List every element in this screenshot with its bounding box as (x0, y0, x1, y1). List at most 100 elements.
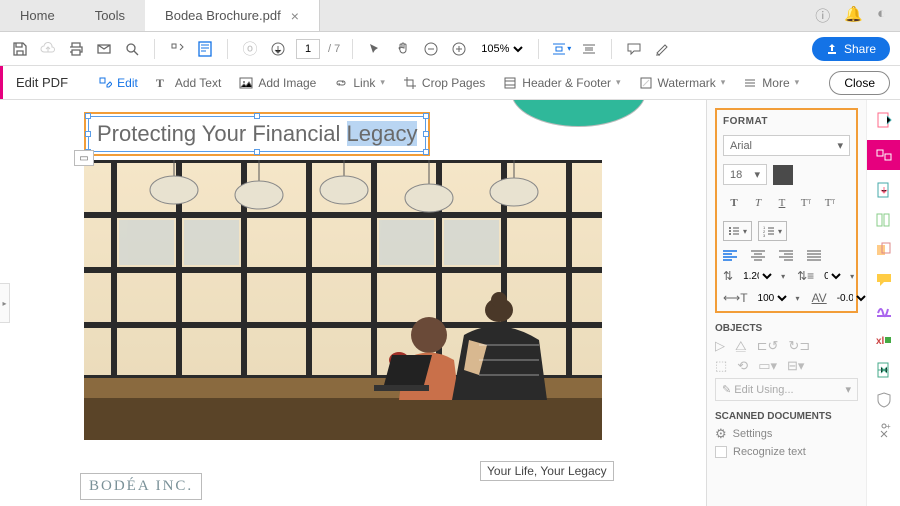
more-button[interactable]: More (743, 76, 799, 90)
rotate-ccw-icon[interactable]: ⊏↺ (757, 338, 779, 354)
right-panel-collapse[interactable]: ▸ (706, 283, 707, 323)
cloud-icon[interactable] (38, 39, 58, 59)
paragraph-space-dropdown[interactable]: 0 (820, 270, 844, 283)
objects-heading: OBJECTS (715, 323, 858, 334)
crop-pages-button[interactable]: Crop Pages (403, 76, 485, 90)
align-left-button[interactable] (723, 249, 741, 261)
resize-handle[interactable] (423, 131, 429, 137)
top-tabs: Home Tools Bodea Brochure.pdf × ⓘ 🔔 ◐ (0, 0, 900, 32)
watermark-button[interactable]: Watermark (639, 76, 726, 90)
comment-icon[interactable] (624, 39, 644, 59)
italic-button[interactable]: T (747, 193, 769, 213)
page-view-icon[interactable] (195, 39, 215, 59)
rail-more-tools-icon[interactable]: + (874, 420, 894, 440)
align-right-button[interactable] (779, 249, 797, 261)
rail-edit-icon[interactable] (867, 140, 900, 170)
edit-tool-button[interactable]: Edit (98, 76, 138, 90)
hand-icon[interactable] (393, 39, 413, 59)
tagline-text-box[interactable]: Your Life, Your Legacy (480, 461, 614, 481)
add-image-button[interactable]: Add Image (239, 76, 316, 90)
gear-icon: ⚙ (715, 426, 727, 442)
resize-handle[interactable] (423, 149, 429, 155)
fit-width-icon[interactable]: ▾ (551, 39, 571, 59)
rail-redact-icon[interactable]: xl (874, 330, 894, 350)
resize-handle[interactable] (254, 149, 260, 155)
zoom-select[interactable]: 105% (477, 42, 526, 56)
rail-create-icon[interactable] (874, 110, 894, 130)
align-justify-button[interactable] (807, 249, 825, 261)
search-icon[interactable] (122, 39, 142, 59)
share-button[interactable]: Share (812, 37, 890, 61)
rotate-cw-icon[interactable]: ↻⊐ (788, 338, 810, 354)
print-icon[interactable] (66, 39, 86, 59)
page-number-input[interactable] (296, 39, 320, 59)
settings-row[interactable]: ⚙Settings (715, 426, 858, 442)
align-object-icon[interactable]: ⊟▾ (787, 358, 804, 374)
edit-using-dropdown[interactable]: ✎ Edit Using...▾ (715, 378, 858, 401)
horizontal-scale-dropdown[interactable]: 100 (754, 292, 790, 305)
close-tab-icon[interactable]: × (291, 8, 299, 24)
flip-horizontal-icon[interactable]: ▷ (715, 338, 725, 354)
text-color-swatch[interactable] (773, 165, 793, 185)
tab-home[interactable]: Home (0, 0, 75, 31)
svg-text:+: + (886, 422, 891, 431)
rail-protect-icon[interactable] (874, 390, 894, 410)
document-canvas[interactable]: ▸ Protecting Your Financial Legacy ▭ (0, 100, 706, 506)
help-icon[interactable]: ⓘ (815, 5, 830, 26)
rail-export-icon[interactable] (874, 180, 894, 200)
logo-text-box[interactable]: BODÉA INC. (80, 473, 202, 500)
replace-icon[interactable]: ⟲ (737, 358, 748, 374)
heading-text[interactable]: Protecting Your Financial Legacy (97, 121, 417, 146)
flip-vertical-icon[interactable]: ⧋ (735, 338, 747, 354)
align-center-button[interactable] (751, 249, 769, 261)
superscript-button[interactable]: TT (795, 193, 817, 213)
font-size-dropdown[interactable]: 18▾ (723, 164, 767, 185)
subscript-button[interactable]: TT (819, 193, 841, 213)
horizontal-scale-icon: ⟷T (723, 291, 748, 305)
rail-sign-icon[interactable] (874, 300, 894, 320)
zoom-out-icon[interactable] (421, 39, 441, 59)
document-tab-label: Bodea Brochure.pdf (165, 8, 281, 23)
close-button[interactable]: Close (829, 71, 890, 95)
line-height-dropdown[interactable]: 1.20 (739, 270, 775, 283)
tracking-dropdown[interactable]: -0.05 (833, 292, 866, 305)
font-family-dropdown[interactable]: Arial▾ (723, 135, 850, 156)
document-image[interactable]: ▭ (84, 160, 602, 440)
zoom-in-icon[interactable] (449, 39, 469, 59)
rail-compress-icon[interactable] (874, 360, 894, 380)
rail-organize-icon[interactable] (874, 210, 894, 230)
rail-combine-icon[interactable] (874, 240, 894, 260)
left-panel-expand[interactable]: ▸ (0, 283, 10, 323)
save-icon[interactable] (10, 39, 30, 59)
selected-text-box[interactable]: Protecting Your Financial Legacy (84, 112, 430, 156)
email-icon[interactable] (94, 39, 114, 59)
crop-object-icon[interactable]: ⬚ (715, 358, 727, 374)
scanned-heading: SCANNED DOCUMENTS (715, 411, 858, 422)
header-footer-button[interactable]: Header & Footer (503, 76, 620, 90)
link-button[interactable]: Link (334, 76, 385, 90)
read-mode-icon[interactable] (579, 39, 599, 59)
page-up-icon[interactable]: ⓞ (240, 39, 260, 59)
pointer-icon[interactable] (365, 39, 385, 59)
add-text-button[interactable]: TAdd Text (156, 76, 221, 90)
bullet-list-button[interactable]: ▾ (723, 221, 752, 241)
tracking-icon: AV (812, 291, 827, 305)
resize-handle[interactable] (423, 113, 429, 119)
underline-button[interactable]: T (771, 193, 793, 213)
highlight-icon[interactable] (652, 39, 672, 59)
account-icon[interactable]: ◐ (877, 5, 886, 26)
page-down-icon[interactable] (268, 39, 288, 59)
rail-comment-icon[interactable] (874, 270, 894, 290)
recognize-checkbox[interactable] (715, 446, 727, 458)
resize-handle[interactable] (254, 113, 260, 119)
bold-button[interactable]: T (723, 193, 745, 213)
tab-document[interactable]: Bodea Brochure.pdf × (145, 0, 320, 31)
selection-tool-icon[interactable] (167, 39, 187, 59)
arrange-icon[interactable]: ▭▾ (758, 358, 777, 374)
main-toolbar: ⓞ / 7 105% ▾ Share (0, 32, 900, 66)
notifications-icon[interactable]: 🔔 (844, 5, 863, 26)
numbered-list-button[interactable]: 123▾ (758, 221, 787, 241)
resize-handle[interactable] (85, 113, 91, 119)
tab-tools[interactable]: Tools (75, 0, 145, 31)
resize-handle[interactable] (85, 131, 91, 137)
